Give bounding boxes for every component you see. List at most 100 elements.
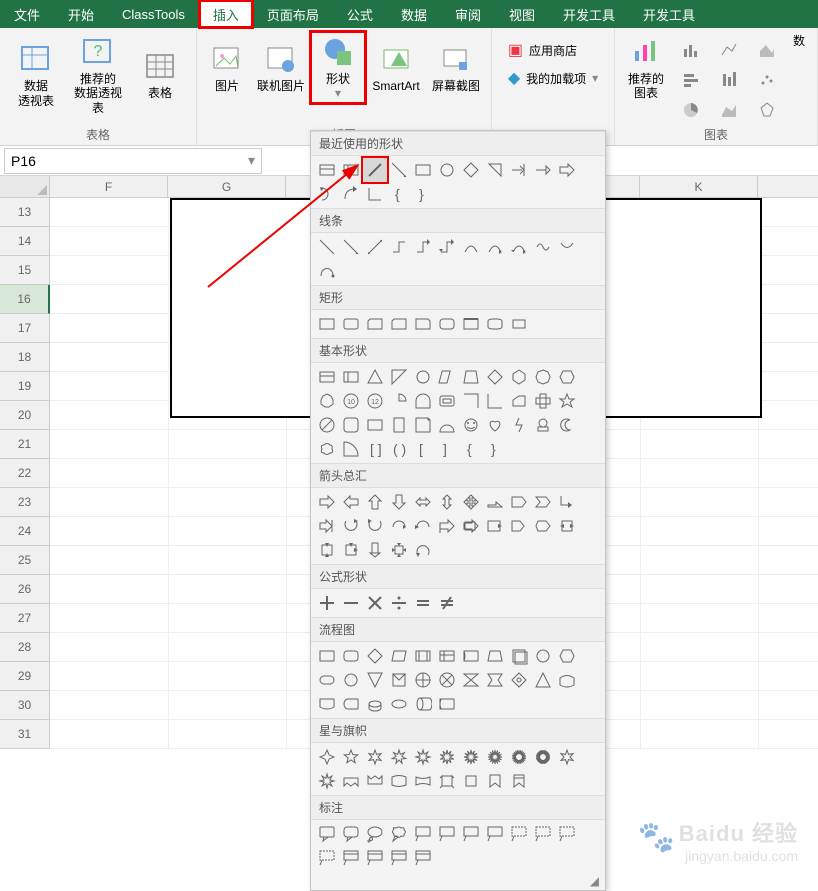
shape-basic-7[interactable]: [483, 365, 507, 389]
shape-callouts-9[interactable]: [531, 822, 555, 846]
column-header-F[interactable]: F: [50, 176, 168, 197]
shape-rects-0[interactable]: [315, 312, 339, 336]
shape-recent-8[interactable]: [507, 158, 531, 182]
myaddins-button[interactable]: ◆ 我的加载项 ▾: [508, 68, 598, 88]
shape-arrows-13[interactable]: [363, 514, 387, 538]
shape-basic-9[interactable]: [531, 365, 555, 389]
row-header-26[interactable]: 26: [0, 575, 50, 604]
shape-lines-10[interactable]: [555, 235, 579, 259]
row-header-15[interactable]: 15: [0, 256, 50, 285]
shape-flow-15[interactable]: [411, 668, 435, 692]
shape-basic-20[interactable]: [531, 389, 555, 413]
row-header-25[interactable]: 25: [0, 546, 50, 575]
shape-basic-17[interactable]: [459, 389, 483, 413]
row-header-27[interactable]: 27: [0, 604, 50, 633]
row-header-31[interactable]: 31: [0, 720, 50, 749]
row-header-30[interactable]: 30: [0, 691, 50, 720]
shape-stars-18[interactable]: [483, 769, 507, 793]
tab-home[interactable]: 开始: [54, 0, 108, 28]
shape-lines-1[interactable]: [339, 235, 363, 259]
shape-flow-10[interactable]: [555, 644, 579, 668]
shape-flow-8[interactable]: [507, 644, 531, 668]
name-box[interactable]: P16: [4, 148, 262, 174]
shape-basic-8[interactable]: [507, 365, 531, 389]
chart-pie-button[interactable]: [673, 96, 709, 124]
shape-basic-2[interactable]: [363, 365, 387, 389]
shape-recent-4[interactable]: [411, 158, 435, 182]
shape-flow-14[interactable]: [387, 668, 411, 692]
shape-flow-11[interactable]: [315, 668, 339, 692]
shape-flow-16[interactable]: [435, 668, 459, 692]
shape-arrows-0[interactable]: [315, 490, 339, 514]
table-button[interactable]: 表格: [130, 32, 190, 117]
shape-arrows-11[interactable]: [315, 514, 339, 538]
row-header-17[interactable]: 17: [0, 314, 50, 343]
column-header-K[interactable]: K: [640, 176, 758, 197]
shape-recent-9[interactable]: [531, 158, 555, 182]
shape-arrows-8[interactable]: [507, 490, 531, 514]
shape-stars-19[interactable]: [507, 769, 531, 793]
shape-callouts-14[interactable]: [387, 846, 411, 870]
shape-flow-26[interactable]: [411, 692, 435, 716]
shape-rects-3[interactable]: [387, 312, 411, 336]
shape-flow-2[interactable]: [363, 644, 387, 668]
shape-flow-1[interactable]: [339, 644, 363, 668]
row-header-24[interactable]: 24: [0, 517, 50, 546]
shape-basic-0[interactable]: [315, 365, 339, 389]
shape-flow-27[interactable]: [435, 692, 459, 716]
shape-lines-4[interactable]: [411, 235, 435, 259]
rec-chart-button[interactable]: 推荐的 图表: [621, 32, 671, 103]
shape-callouts-11[interactable]: [315, 846, 339, 870]
shape-basic-38[interactable]: ]: [435, 437, 459, 461]
shape-basic-18[interactable]: [483, 389, 507, 413]
shape-rects-7[interactable]: [483, 312, 507, 336]
shape-arrows-23[interactable]: [339, 538, 363, 562]
chart-column-button[interactable]: [673, 36, 709, 64]
shape-arrows-15[interactable]: [411, 514, 435, 538]
shape-recent-11[interactable]: [315, 182, 339, 206]
shape-recent-12[interactable]: [339, 182, 363, 206]
select-all-corner[interactable]: [0, 176, 50, 197]
shape-flow-4[interactable]: [411, 644, 435, 668]
tab-file[interactable]: 文件: [0, 0, 54, 28]
shape-flow-20[interactable]: [531, 668, 555, 692]
shape-arrows-17[interactable]: [459, 514, 483, 538]
row-header-16[interactable]: 16: [0, 285, 50, 314]
row-header-19[interactable]: 19: [0, 372, 50, 401]
shape-arrows-19[interactable]: [507, 514, 531, 538]
online-picture-button[interactable]: 联机图片: [253, 32, 309, 103]
shape-basic-13[interactable]: 12: [363, 389, 387, 413]
shape-basic-22[interactable]: [315, 413, 339, 437]
shape-lines-11[interactable]: [315, 259, 339, 283]
shape-stars-5[interactable]: [435, 745, 459, 769]
shape-basic-31[interactable]: [531, 413, 555, 437]
shape-rects-4[interactable]: [411, 312, 435, 336]
shape-arrows-24[interactable]: [363, 538, 387, 562]
shape-stars-4[interactable]: [411, 745, 435, 769]
row-header-21[interactable]: 21: [0, 430, 50, 459]
shape-eq-5[interactable]: [435, 591, 459, 615]
pivottable-button[interactable]: 数据 透视表: [6, 32, 66, 117]
screenshot-button[interactable]: 屏幕截图: [427, 32, 485, 103]
shape-callouts-3[interactable]: [387, 822, 411, 846]
shape-basic-19[interactable]: [507, 389, 531, 413]
chart-line-button[interactable]: [711, 36, 747, 64]
shape-flow-19[interactable]: [507, 668, 531, 692]
shape-flow-17[interactable]: [459, 668, 483, 692]
shape-arrows-10[interactable]: [555, 490, 579, 514]
shape-basic-6[interactable]: [459, 365, 483, 389]
chart-area-button[interactable]: [749, 36, 785, 64]
shape-stars-12[interactable]: [339, 769, 363, 793]
shape-eq-4[interactable]: [411, 591, 435, 615]
shape-arrows-16[interactable]: [435, 514, 459, 538]
shape-arrows-21[interactable]: [555, 514, 579, 538]
column-header-G[interactable]: G: [168, 176, 286, 197]
shape-eq-1[interactable]: [339, 591, 363, 615]
shape-stars-1[interactable]: [339, 745, 363, 769]
chart-surface-button[interactable]: [711, 96, 747, 124]
shape-stars-14[interactable]: [387, 769, 411, 793]
shape-basic-4[interactable]: [411, 365, 435, 389]
smartart-button[interactable]: SmartArt: [367, 32, 425, 103]
shape-basic-1[interactable]: [339, 365, 363, 389]
shape-callouts-7[interactable]: [483, 822, 507, 846]
